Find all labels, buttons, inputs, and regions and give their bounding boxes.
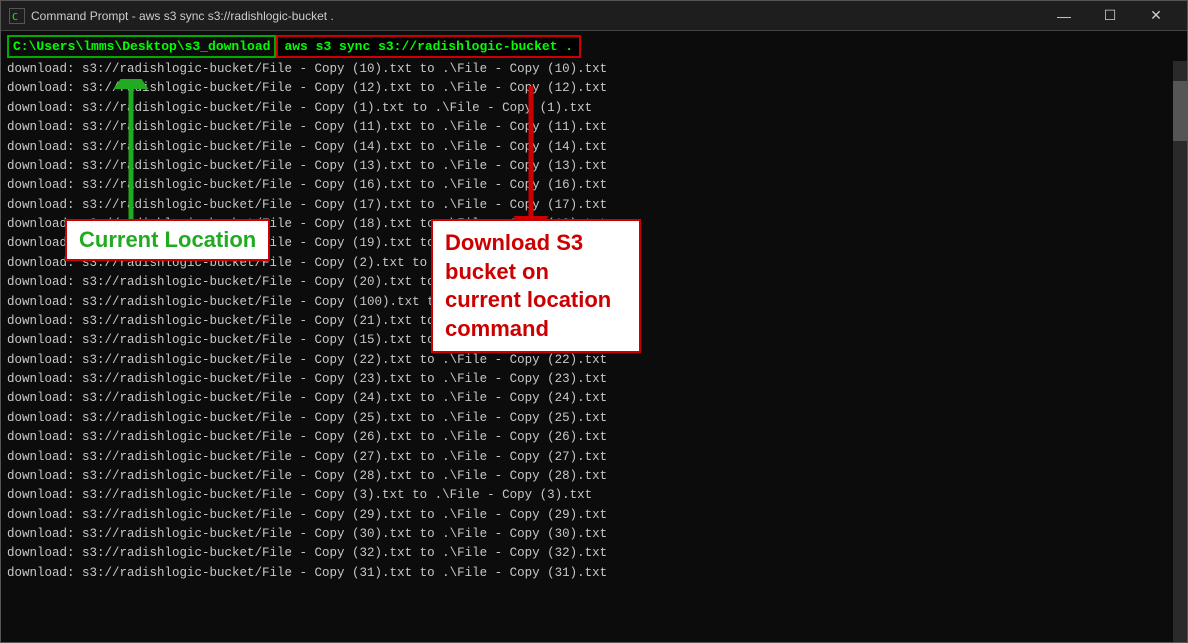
download-line: download: s3://radishlogic-bucket/File -… <box>7 525 1181 544</box>
download-line: download: s3://radishlogic-bucket/File -… <box>7 79 1181 98</box>
title-bar-left: C Command Prompt - aws s3 sync s3://radi… <box>9 8 334 24</box>
download-line: download: s3://radishlogic-bucket/File -… <box>7 351 1181 370</box>
window-controls: — ☐ ✕ <box>1041 1 1179 31</box>
command-prompt-window: C Command Prompt - aws s3 sync s3://radi… <box>0 0 1188 643</box>
terminal-content: C:\Users\lmms\Desktop\s3_download aws s3… <box>1 31 1187 642</box>
download-line: download: s3://radishlogic-bucket/File -… <box>7 389 1181 408</box>
download-line: download: s3://radishlogic-bucket/File -… <box>7 506 1181 525</box>
scrollbar[interactable] <box>1173 61 1187 642</box>
download-line: download: s3://radishlogic-bucket/File -… <box>7 157 1181 176</box>
download-line: download: s3://radishlogic-bucket/File -… <box>7 60 1181 79</box>
maximize-button[interactable]: ☐ <box>1087 1 1133 31</box>
download-line: download: s3://radishlogic-bucket/File -… <box>7 215 1181 234</box>
download-line: download: s3://radishlogic-bucket/File -… <box>7 138 1181 157</box>
cmd-icon: C <box>9 8 25 24</box>
download-line: download: s3://radishlogic-bucket/File -… <box>7 370 1181 389</box>
download-line: download: s3://radishlogic-bucket/File -… <box>7 312 1181 331</box>
download-line: download: s3://radishlogic-bucket/File -… <box>7 196 1181 215</box>
download-line: download: s3://radishlogic-bucket/File -… <box>7 331 1181 350</box>
download-line: download: s3://radishlogic-bucket/File -… <box>7 254 1181 273</box>
download-lines: download: s3://radishlogic-bucket/File -… <box>7 60 1181 583</box>
download-line: download: s3://radishlogic-bucket/File -… <box>7 544 1181 563</box>
download-line: download: s3://radishlogic-bucket/File -… <box>7 118 1181 137</box>
prompt-line: C:\Users\lmms\Desktop\s3_download aws s3… <box>7 35 1181 58</box>
download-line: download: s3://radishlogic-bucket/File -… <box>7 99 1181 118</box>
command-text: aws s3 sync s3://radishlogic-bucket . <box>276 35 581 58</box>
download-line: download: s3://radishlogic-bucket/File -… <box>7 428 1181 447</box>
download-line: download: s3://radishlogic-bucket/File -… <box>7 293 1181 312</box>
window-title: Command Prompt - aws s3 sync s3://radish… <box>31 9 334 23</box>
close-button[interactable]: ✕ <box>1133 1 1179 31</box>
download-line: download: s3://radishlogic-bucket/File -… <box>7 564 1181 583</box>
title-bar: C Command Prompt - aws s3 sync s3://radi… <box>1 1 1187 31</box>
download-line: download: s3://radishlogic-bucket/File -… <box>7 467 1181 486</box>
download-line: download: s3://radishlogic-bucket/File -… <box>7 486 1181 505</box>
download-line: download: s3://radishlogic-bucket/File -… <box>7 273 1181 292</box>
minimize-button[interactable]: — <box>1041 1 1087 31</box>
svg-text:C: C <box>12 12 18 23</box>
prompt-path: C:\Users\lmms\Desktop\s3_download <box>7 35 276 58</box>
download-line: download: s3://radishlogic-bucket/File -… <box>7 409 1181 428</box>
download-line: download: s3://radishlogic-bucket/File -… <box>7 448 1181 467</box>
scrollbar-thumb[interactable] <box>1173 81 1187 141</box>
download-line: download: s3://radishlogic-bucket/File -… <box>7 234 1181 253</box>
download-line: download: s3://radishlogic-bucket/File -… <box>7 176 1181 195</box>
